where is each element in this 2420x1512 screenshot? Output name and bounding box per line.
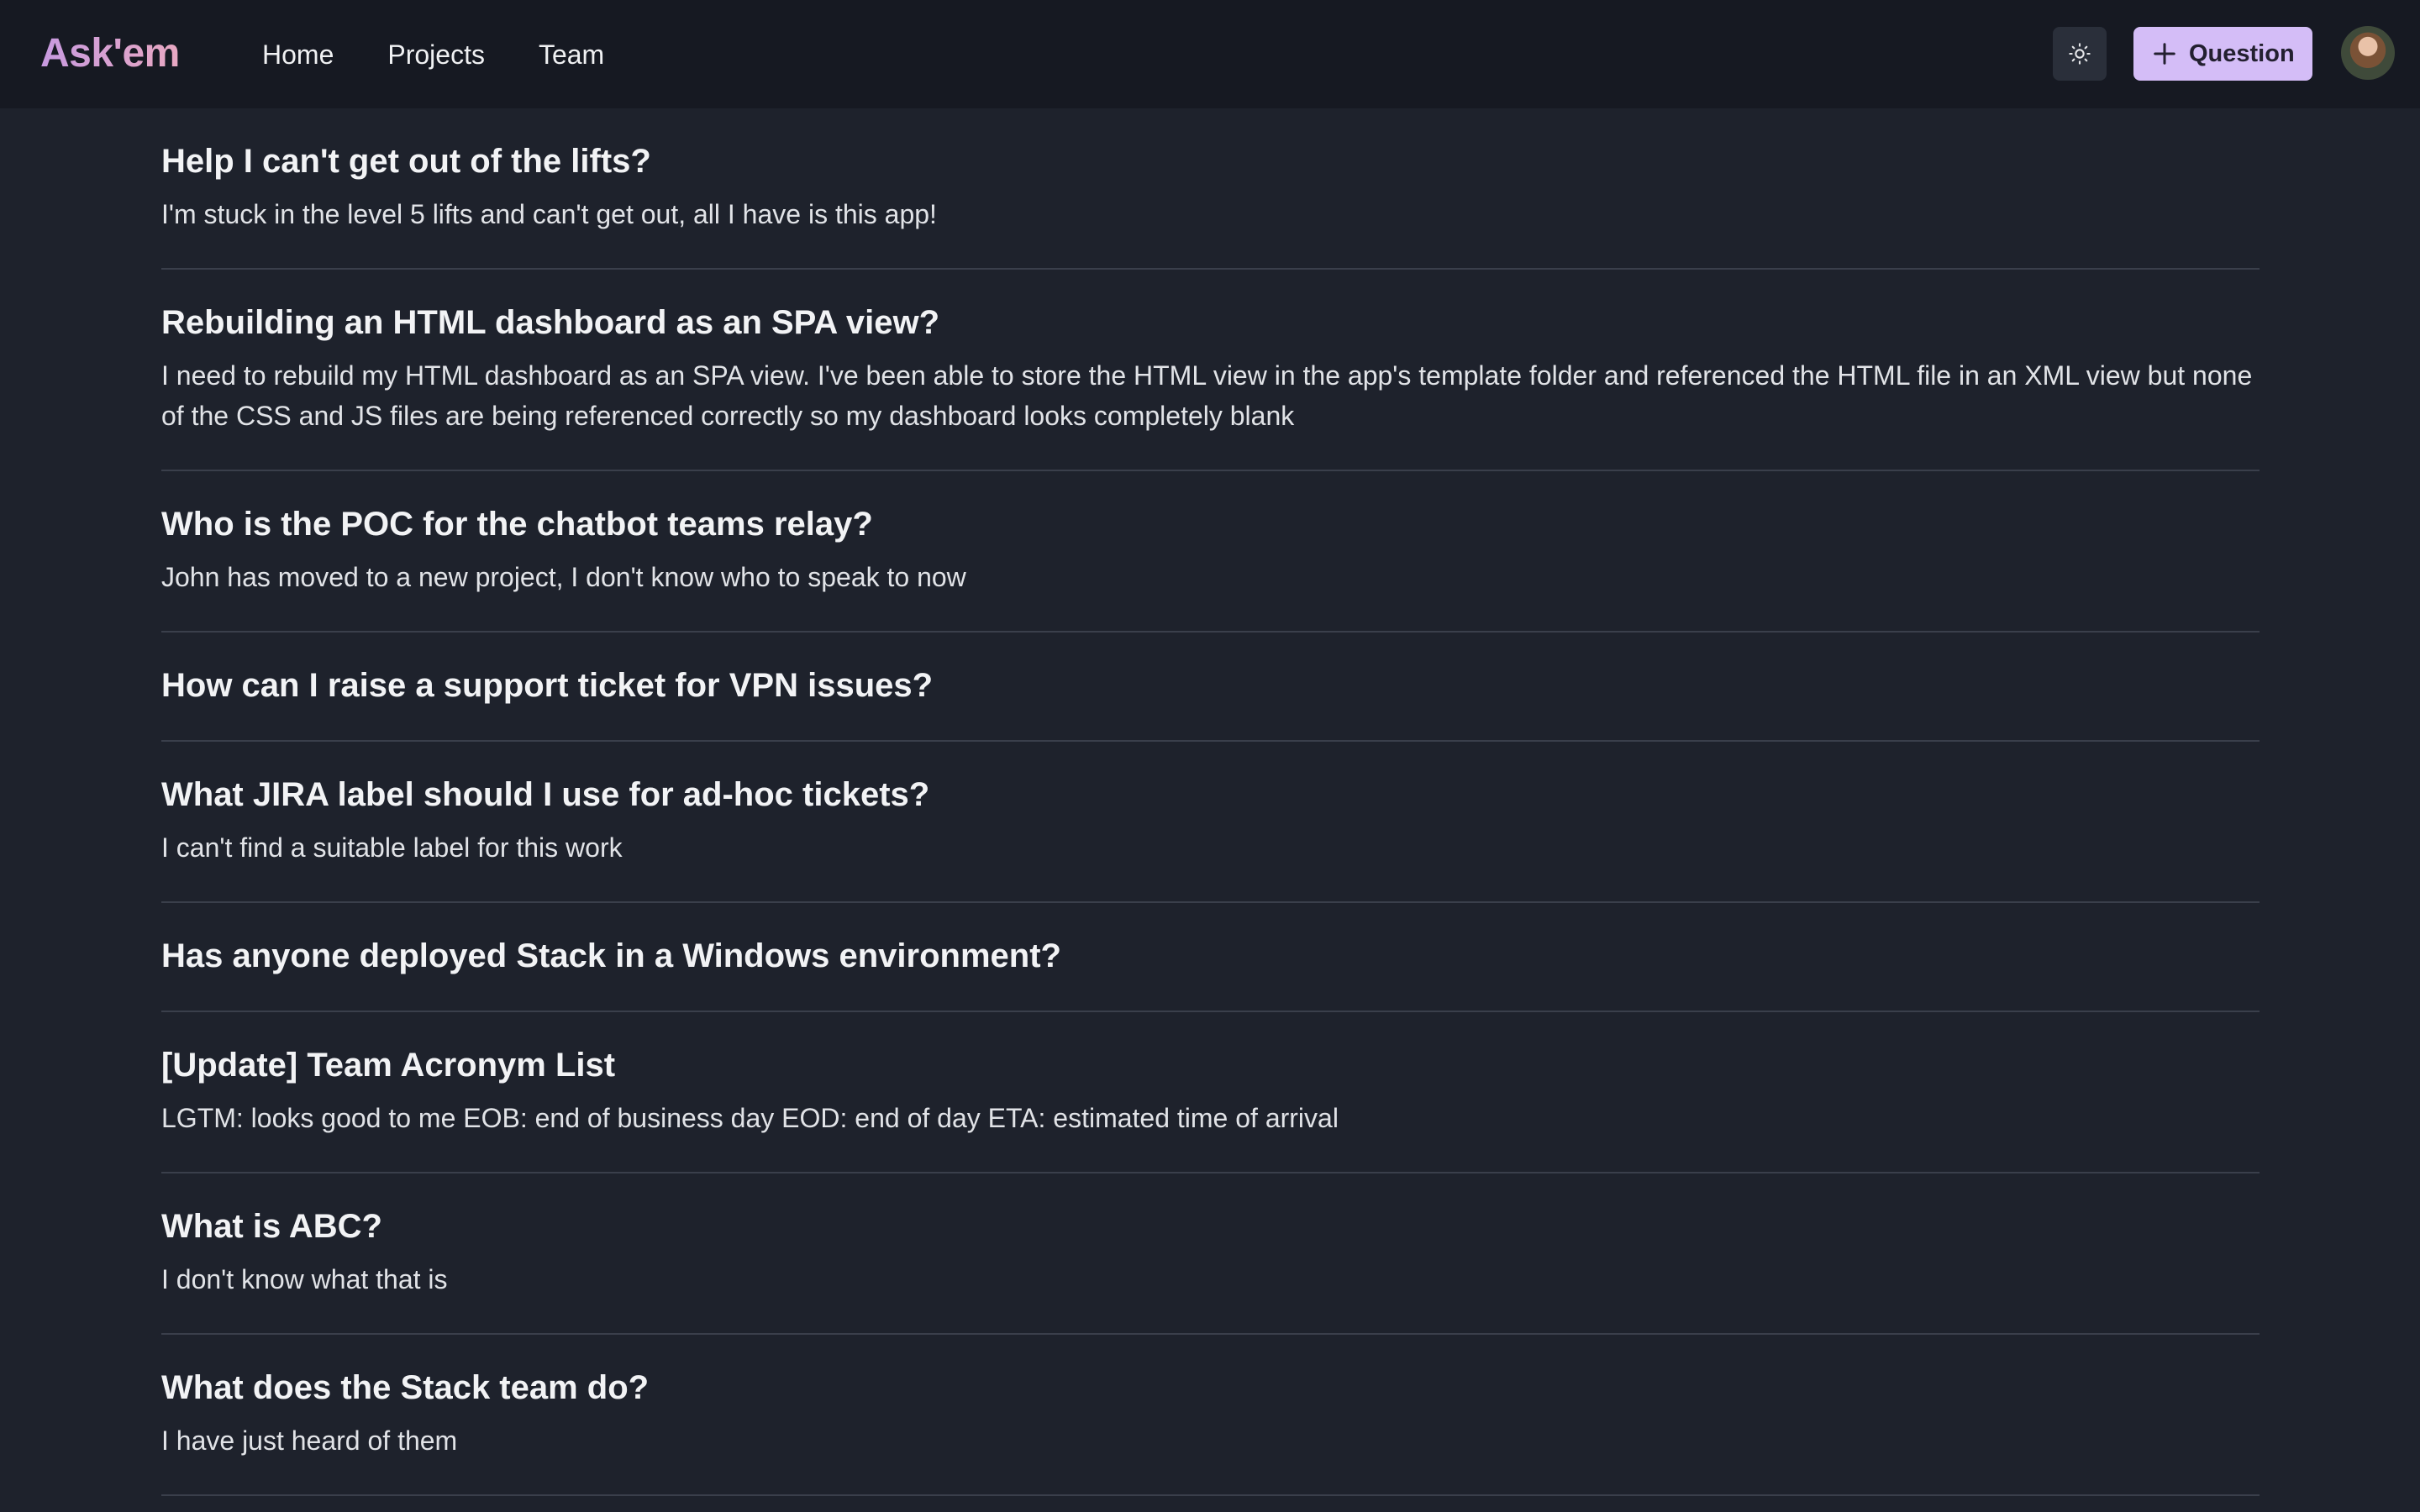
question-item[interactable]: What does the Stack team do? I have just… [161, 1335, 2260, 1496]
question-body: I have just heard of them [161, 1425, 458, 1456]
ask-question-button[interactable]: Question [2133, 27, 2312, 81]
user-avatar[interactable] [2341, 26, 2395, 80]
question-body: I can't find a suitable label for this w… [161, 832, 623, 863]
question-item[interactable]: [Update] Team Acronym List LGTM: looks g… [161, 1012, 2260, 1173]
plus-icon [2154, 43, 2175, 65]
question-item[interactable]: Help I can't get out of the lifts? I'm s… [161, 108, 2260, 270]
question-title[interactable]: What does the Stack team do? [161, 1367, 2260, 1409]
question-title[interactable]: [Update] Team Acronym List [161, 1044, 2260, 1086]
question-list: Help I can't get out of the lifts? I'm s… [161, 108, 2260, 1496]
question-item[interactable]: Who is the POC for the chatbot teams rel… [161, 471, 2260, 633]
main-nav: Home Projects Team [262, 35, 658, 74]
question-item[interactable]: What JIRA label should I use for ad-hoc … [161, 742, 2260, 903]
question-title[interactable]: How can I raise a support ticket for VPN… [161, 664, 2260, 706]
app-logo[interactable]: Ask'em [40, 29, 180, 79]
question-title[interactable]: Who is the POC for the chatbot teams rel… [161, 503, 2260, 545]
question-item[interactable]: How can I raise a support ticket for VPN… [161, 633, 2260, 742]
question-body: I don't know what that is [161, 1264, 448, 1294]
question-title[interactable]: What is ABC? [161, 1205, 2260, 1247]
question-title[interactable]: Has anyone deployed Stack in a Windows e… [161, 935, 2260, 977]
question-body: LGTM: looks good to me EOB: end of busin… [161, 1103, 1339, 1133]
ask-question-label: Question [2189, 39, 2295, 67]
question-body: I need to rebuild my HTML dashboard as a… [161, 360, 2253, 431]
question-body: John has moved to a new project, I don't… [161, 562, 966, 592]
question-item[interactable]: Rebuilding an HTML dashboard as an SPA v… [161, 270, 2260, 471]
theme-toggle-button[interactable] [2053, 27, 2107, 81]
question-item[interactable]: Has anyone deployed Stack in a Windows e… [161, 903, 2260, 1012]
question-body: I'm stuck in the level 5 lifts and can't… [161, 199, 937, 229]
question-title[interactable]: Help I can't get out of the lifts? [161, 140, 2260, 182]
question-item[interactable]: What is ABC? I don't know what that is [161, 1173, 2260, 1335]
nav-item-home[interactable]: Home [262, 35, 334, 74]
top-navigation-bar: Ask'em Home Projects Team Question [0, 0, 2420, 108]
nav-item-team[interactable]: Team [539, 35, 604, 74]
question-title[interactable]: What JIRA label should I use for ad-hoc … [161, 774, 2260, 816]
sun-icon [2069, 43, 2091, 65]
nav-item-projects[interactable]: Projects [387, 35, 485, 74]
question-title[interactable]: Rebuilding an HTML dashboard as an SPA v… [161, 302, 2260, 344]
